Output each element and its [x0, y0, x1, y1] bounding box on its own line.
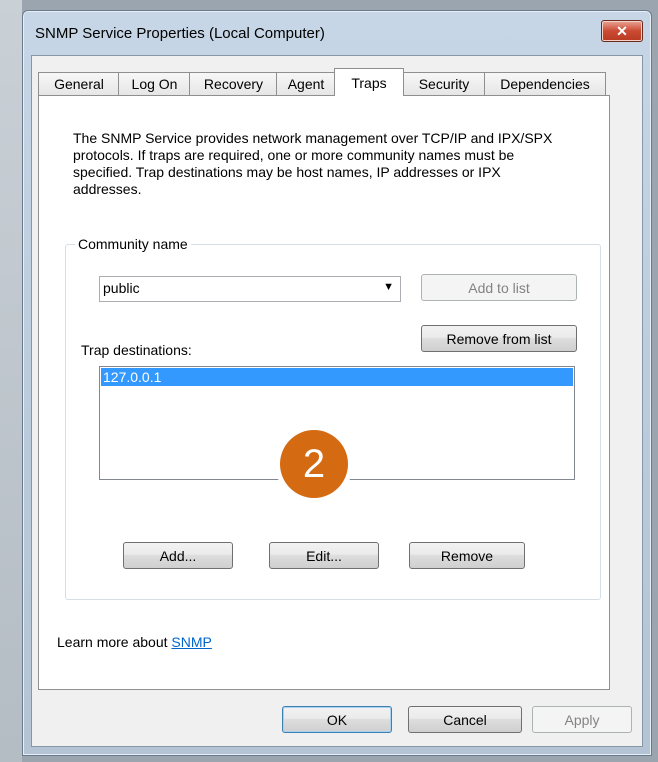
edit-destination-button[interactable]: Edit...: [269, 542, 379, 569]
add-destination-button[interactable]: Add...: [123, 542, 233, 569]
remove-from-list-button[interactable]: Remove from list: [421, 325, 577, 352]
title-bar[interactable]: SNMP Service Properties (Local Computer)…: [23, 11, 651, 55]
dialog-client-area: General Log On Recovery Agent Traps Secu…: [31, 55, 643, 747]
add-to-list-button[interactable]: Add to list: [421, 274, 577, 301]
snmp-help-link[interactable]: SNMP: [171, 634, 211, 650]
close-button[interactable]: ✕: [601, 20, 643, 42]
traps-description: The SNMP Service provides network manage…: [73, 130, 553, 197]
step-number-badge: 2: [275, 425, 353, 503]
tab-dependencies[interactable]: Dependencies: [484, 72, 606, 95]
remove-destination-button[interactable]: Remove: [409, 542, 525, 569]
step-number: 2: [280, 430, 348, 498]
ok-button[interactable]: OK: [282, 706, 392, 733]
trap-destinations-label: Trap destinations:: [81, 342, 192, 358]
window-title: SNMP Service Properties (Local Computer): [35, 25, 325, 42]
learn-more: Learn more about SNMP: [57, 634, 212, 650]
close-icon: ✕: [616, 22, 628, 39]
learn-more-text: Learn more about: [57, 634, 168, 650]
community-name-combobox[interactable]: public ▼: [99, 276, 401, 302]
community-name-value: public: [103, 280, 140, 296]
list-item[interactable]: 127.0.0.1: [101, 368, 573, 386]
properties-dialog: SNMP Service Properties (Local Computer)…: [22, 10, 652, 756]
traps-tab-page: The SNMP Service provides network manage…: [38, 95, 610, 690]
tab-recovery[interactable]: Recovery: [189, 72, 278, 95]
tab-general[interactable]: General: [38, 72, 120, 95]
tab-security[interactable]: Security: [402, 72, 486, 95]
tab-log-on[interactable]: Log On: [118, 72, 191, 95]
chevron-down-icon[interactable]: ▼: [383, 281, 394, 293]
community-name-label: Community name: [75, 236, 191, 252]
tab-traps[interactable]: Traps: [334, 68, 404, 96]
desktop-background: [0, 0, 22, 762]
apply-button[interactable]: Apply: [532, 706, 632, 733]
cancel-button[interactable]: Cancel: [408, 706, 522, 733]
tab-agent[interactable]: Agent: [276, 72, 336, 95]
